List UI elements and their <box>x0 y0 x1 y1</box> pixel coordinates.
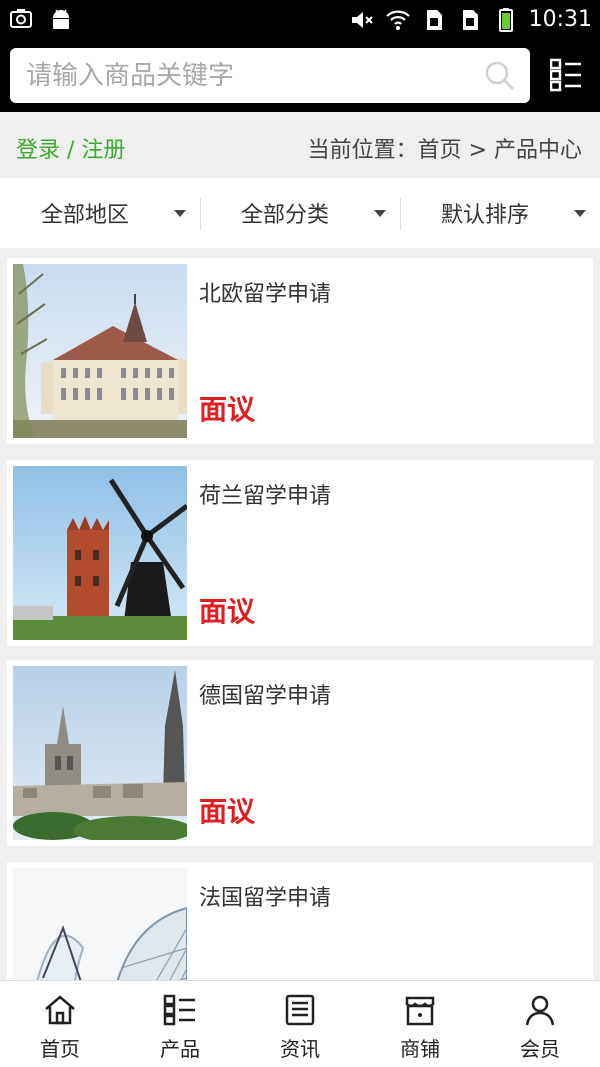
bottom-tab-bar: 首页 产品 资讯 商铺 会员 <box>0 980 600 1067</box>
product-list: 北欧留学申请 面议 荷兰留学申请 面议 德国留学申请 面议 法国留学申请 <box>0 248 600 980</box>
search-icon[interactable] <box>484 60 516 92</box>
user-icon <box>525 995 555 1026</box>
tab-news[interactable]: 资讯 <box>240 981 360 1067</box>
product-price: 面议 <box>199 393 256 426</box>
tab-label: 产品 <box>160 1037 200 1061</box>
dropdown-caret-icon <box>574 210 586 217</box>
status-bar: 10:31 <box>0 0 600 40</box>
search-input[interactable] <box>26 48 466 103</box>
product-price: 面议 <box>199 795 256 828</box>
tab-label: 商铺 <box>400 1037 440 1061</box>
filter-sort-dropdown[interactable]: 默认排序 <box>400 178 600 248</box>
product-title[interactable]: 荷兰留学申请 <box>199 478 331 510</box>
product-image <box>13 666 187 840</box>
sim1-icon <box>426 10 442 30</box>
product-item[interactable]: 法国留学申请 <box>7 862 593 980</box>
dropdown-caret-icon <box>174 210 186 217</box>
filter-region-dropdown[interactable]: 全部地区 <box>0 178 200 248</box>
product-price: 面议 <box>199 595 256 628</box>
news-icon <box>285 994 315 1026</box>
product-image <box>13 264 187 438</box>
product-item[interactable]: 北欧留学申请 面议 <box>7 258 593 444</box>
tab-label: 会员 <box>520 1037 560 1061</box>
product-item[interactable]: 德国留学申请 面议 <box>7 660 593 846</box>
grid-list-icon <box>163 994 195 1026</box>
filter-label: 默认排序 <box>440 203 529 228</box>
tab-label: 资讯 <box>280 1037 320 1061</box>
category-menu-icon[interactable] <box>550 58 582 92</box>
wifi-icon <box>385 10 410 30</box>
breadcrumb: 当前位置：首页 > 产品中心 <box>307 138 582 163</box>
battery-icon <box>498 8 513 32</box>
filter-label: 全部地区 <box>40 203 129 228</box>
screenshot-icon <box>10 9 32 28</box>
tab-products[interactable]: 产品 <box>120 981 240 1067</box>
product-item[interactable]: 荷兰留学申请 面议 <box>7 460 593 646</box>
filter-bar: 全部地区 全部分类 默认排序 <box>0 178 600 248</box>
product-title[interactable]: 德国留学申请 <box>199 678 331 710</box>
product-image <box>13 868 187 980</box>
dropdown-caret-icon <box>374 210 386 217</box>
sim2-icon <box>462 10 478 30</box>
tab-store[interactable]: 商铺 <box>360 981 480 1067</box>
mute-icon <box>351 12 373 28</box>
clock: 10:31 <box>528 7 592 32</box>
tab-member[interactable]: 会员 <box>480 981 600 1067</box>
tab-label: 首页 <box>40 1037 80 1061</box>
tab-home[interactable]: 首页 <box>0 981 120 1067</box>
search-header <box>0 40 600 112</box>
product-image <box>13 466 187 640</box>
search-box <box>10 48 530 103</box>
android-icon <box>53 9 69 29</box>
store-icon <box>405 996 435 1026</box>
login-register-link[interactable]: 登录 / 注册 <box>16 132 125 164</box>
home-icon <box>45 995 75 1025</box>
filter-category-dropdown[interactable]: 全部分类 <box>200 178 400 248</box>
breadcrumb-bar: 登录 / 注册 当前位置：首页 > 产品中心 <box>0 112 600 178</box>
product-title[interactable]: 法国留学申请 <box>199 880 331 912</box>
filter-label: 全部分类 <box>240 203 329 228</box>
product-title[interactable]: 北欧留学申请 <box>199 276 331 308</box>
